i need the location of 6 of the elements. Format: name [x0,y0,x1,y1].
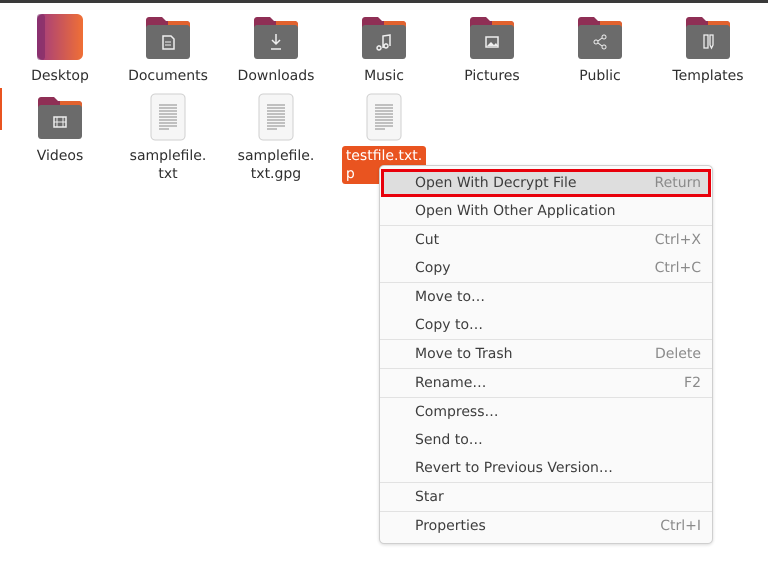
shortcut-label: Ctrl+C [654,258,701,278]
shortcut-label: Delete [655,344,701,364]
shortcut-label: Ctrl+I [660,516,701,536]
shortcut-label: Ctrl+X [654,230,701,250]
shortcut-label: F2 [684,374,701,392]
shortcut-label: Return [654,174,701,192]
